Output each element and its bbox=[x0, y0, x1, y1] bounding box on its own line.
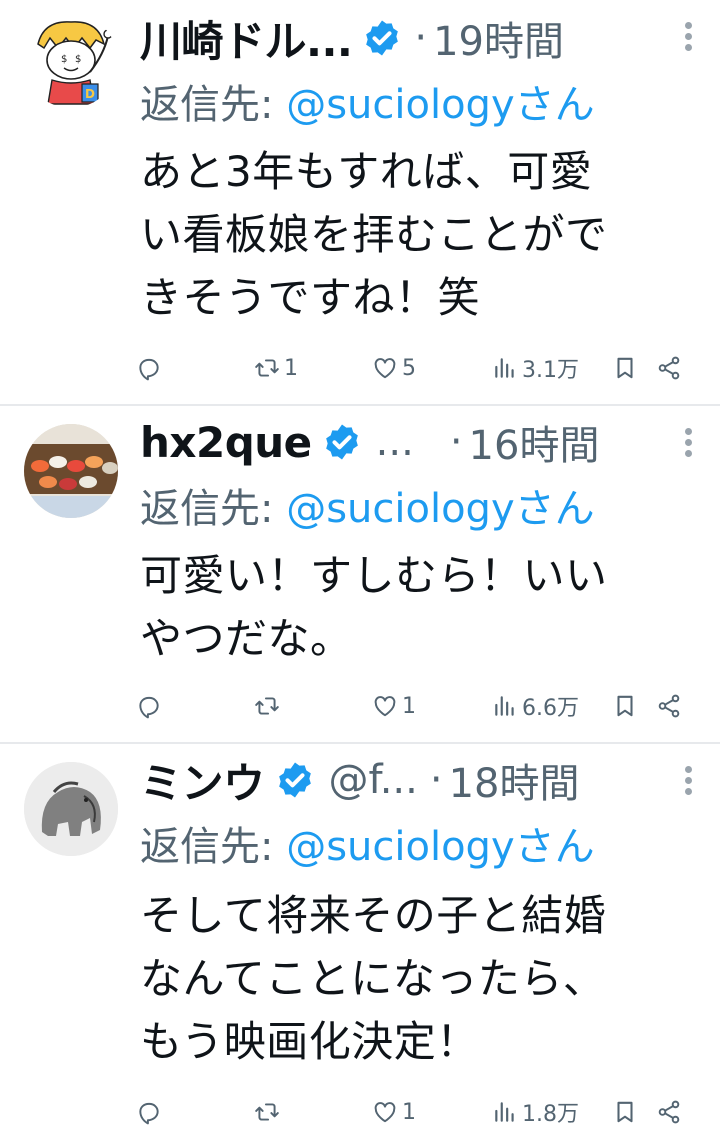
more-icon[interactable] bbox=[682, 762, 694, 802]
separator-dot: · bbox=[429, 757, 443, 803]
views-icon bbox=[492, 1099, 518, 1125]
ink-painting-avatar-icon bbox=[24, 762, 118, 856]
reply-button[interactable] bbox=[136, 348, 162, 388]
display-name[interactable]: hx2que bbox=[140, 418, 312, 467]
retweet-count: 1 bbox=[284, 355, 298, 381]
tweet-header: hx2que ... · 16時間 bbox=[140, 410, 680, 474]
more-icon[interactable] bbox=[682, 18, 694, 58]
reply-icon bbox=[136, 693, 162, 719]
reply-context: 返信先: @suciologyさん bbox=[140, 476, 595, 534]
views-icon bbox=[492, 355, 518, 381]
like-icon bbox=[372, 693, 398, 719]
reply-prefix: 返信先: bbox=[140, 82, 287, 128]
verified-badge-icon bbox=[362, 18, 402, 58]
display-name[interactable]: ミンウ bbox=[140, 750, 265, 811]
view-count: 1.8万 bbox=[522, 1102, 579, 1127]
sushi-photo-avatar-icon bbox=[24, 424, 118, 518]
action-bar: 1 6.6万 bbox=[136, 686, 696, 726]
action-bar: 1 1.8万 bbox=[136, 1092, 696, 1132]
share-button[interactable] bbox=[656, 686, 682, 726]
verified-badge-icon bbox=[275, 760, 315, 800]
avatar[interactable] bbox=[24, 762, 118, 856]
reply-context: 返信先: @suciologyさん bbox=[140, 814, 595, 872]
tweet-text: あと3年もすれば、可愛 い看板娘を拝むことがで きそうですね！笑 bbox=[140, 147, 608, 322]
reply-mention-link[interactable]: @suciologyさん bbox=[286, 824, 594, 870]
svg-text:$: $ bbox=[75, 54, 81, 65]
retweet-button[interactable] bbox=[254, 686, 284, 726]
share-button[interactable] bbox=[656, 1092, 682, 1132]
bookmark-icon bbox=[612, 693, 638, 719]
like-button[interactable]: 1 bbox=[372, 1092, 416, 1132]
share-button[interactable] bbox=[656, 348, 682, 388]
views-button[interactable]: 6.6万 bbox=[492, 686, 579, 726]
bookmark-button[interactable] bbox=[612, 348, 638, 388]
views-icon bbox=[492, 693, 518, 719]
separator-dot: · bbox=[449, 419, 463, 465]
user-handle[interactable]: @f... bbox=[329, 757, 418, 803]
share-icon bbox=[656, 1099, 682, 1125]
like-icon bbox=[372, 1099, 398, 1125]
display-name[interactable]: 川崎ドル... bbox=[140, 8, 353, 69]
share-icon bbox=[656, 355, 682, 381]
timestamp[interactable]: 16時間 bbox=[469, 413, 600, 471]
retweet-icon bbox=[254, 1099, 280, 1125]
bookmark-button[interactable] bbox=[612, 1092, 638, 1132]
like-count: 1 bbox=[402, 693, 416, 719]
more-icon[interactable] bbox=[682, 424, 694, 464]
views-button[interactable]: 1.8万 bbox=[492, 1092, 579, 1132]
user-handle[interactable]: ... bbox=[376, 419, 414, 465]
bookmark-icon bbox=[612, 1099, 638, 1125]
svg-text:D: D bbox=[85, 87, 95, 101]
timestamp[interactable]: 19時間 bbox=[433, 9, 564, 67]
svg-text:$: $ bbox=[61, 54, 67, 65]
reply-mention-link[interactable]: @suciologyさん bbox=[286, 82, 594, 128]
like-icon bbox=[372, 355, 398, 381]
like-button[interactable]: 5 bbox=[372, 348, 416, 388]
view-count: 3.1万 bbox=[522, 358, 579, 383]
reply-context: 返信先: @suciologyさん bbox=[140, 72, 595, 130]
tweet-text: そして将来その子と結婚 なんてことになったら、 もう映画化決定！ bbox=[140, 891, 607, 1066]
reply-icon bbox=[136, 355, 162, 381]
tweet-2[interactable]: hx2que ... · 16時間 返信先: @suciologyさん 可愛い！… bbox=[0, 406, 720, 742]
tweet-1[interactable]: $ $ D 川崎ドル... · 19時間 返信先: @suciologyさん あ… bbox=[0, 0, 720, 404]
action-bar: 1 5 3.1万 bbox=[136, 348, 696, 388]
bookmark-icon bbox=[612, 355, 638, 381]
verified-badge-icon bbox=[322, 422, 362, 462]
reply-button[interactable] bbox=[136, 1092, 162, 1132]
views-button[interactable]: 3.1万 bbox=[492, 348, 579, 388]
retweet-icon bbox=[254, 693, 280, 719]
avatar[interactable] bbox=[24, 424, 118, 518]
tweet-3[interactable]: ミンウ @f... · 18時間 返信先: @suciologyさん そして将来… bbox=[0, 744, 720, 1132]
reply-prefix: 返信先: bbox=[140, 486, 287, 532]
separator-dot: · bbox=[414, 15, 428, 61]
like-count: 5 bbox=[402, 355, 416, 381]
timestamp[interactable]: 18時間 bbox=[449, 751, 580, 809]
like-count: 1 bbox=[402, 1099, 416, 1125]
avatar[interactable]: $ $ D bbox=[24, 14, 118, 108]
reply-button[interactable] bbox=[136, 686, 162, 726]
retweet-button[interactable]: 1 bbox=[254, 348, 298, 388]
like-button[interactable]: 1 bbox=[372, 686, 416, 726]
bookmark-button[interactable] bbox=[612, 686, 638, 726]
reply-icon bbox=[136, 1099, 162, 1125]
tweet-text: 可愛い！すしむら！いい やつだな。 bbox=[140, 551, 608, 663]
share-icon bbox=[656, 693, 682, 719]
view-count: 6.6万 bbox=[522, 696, 579, 721]
retweet-icon bbox=[254, 355, 280, 381]
tweet-header: 川崎ドル... · 19時間 bbox=[140, 6, 680, 70]
reply-prefix: 返信先: bbox=[140, 824, 287, 870]
cartoon-avatar-icon: $ $ D bbox=[24, 14, 118, 108]
tweet-header: ミンウ @f... · 18時間 bbox=[140, 748, 680, 812]
retweet-button[interactable] bbox=[254, 1092, 284, 1132]
reply-mention-link[interactable]: @suciologyさん bbox=[286, 486, 594, 532]
